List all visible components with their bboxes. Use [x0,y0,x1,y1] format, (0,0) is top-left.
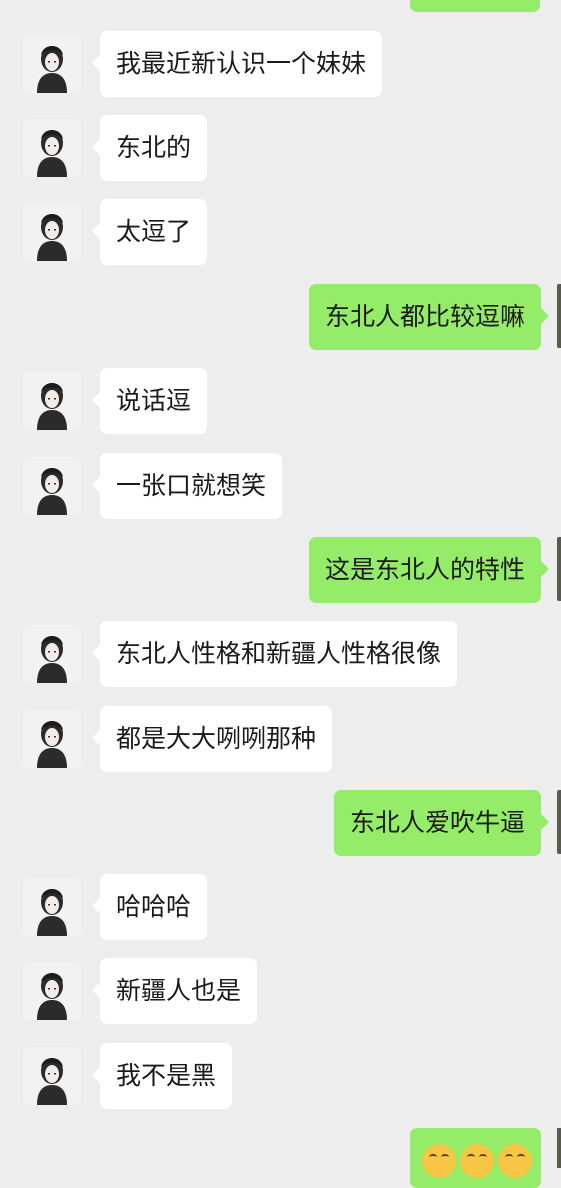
incoming-message: 一张口就想笑 [0,453,561,523]
incoming-message: 太逗了 [0,199,561,269]
self-avatar[interactable] [557,537,561,601]
message-bubble[interactable]: 东北人都比较逗嘛 [308,284,550,350]
outgoing-message: 东北人都比较逗嘛 [0,284,561,354]
avatar-figure-icon [23,457,81,515]
laughing-emoji-icon [422,1144,456,1178]
previous-message-bubble[interactable] [410,0,540,12]
avatar-figure-icon [23,119,81,177]
incoming-message: 说话逗 [0,368,561,438]
self-avatar[interactable] [557,790,561,854]
avatar-figure-icon [23,625,81,683]
avatar-figure-icon [23,962,81,1020]
contact-avatar[interactable] [23,372,81,430]
message-bubble[interactable]: 说话逗 [91,368,208,434]
contact-avatar[interactable] [23,625,81,683]
message-bubble[interactable]: 我最近新认识一个妹妹 [91,31,383,97]
outgoing-message: 这是东北人的特性 [0,537,561,607]
contact-avatar[interactable] [23,203,81,261]
incoming-message: 我不是黑 [0,1043,561,1113]
contact-avatar[interactable] [23,119,81,177]
outgoing-message: 东北人爱吹牛逼 [0,790,561,860]
message-bubble[interactable]: 太逗了 [91,199,208,265]
incoming-message: 东北的 [0,115,561,185]
message-bubble[interactable]: 东北人爱吹牛逼 [333,790,550,856]
emoji-message-bubble[interactable] [410,1128,541,1188]
message-bubble[interactable]: 哈哈哈 [91,874,208,940]
message-bubble[interactable]: 都是大大咧咧那种 [91,706,333,772]
self-avatar[interactable] [557,284,561,348]
incoming-message: 哈哈哈 [0,874,561,944]
contact-avatar[interactable] [23,878,81,936]
message-bubble[interactable]: 我不是黑 [91,1043,233,1109]
avatar-figure-icon [23,35,81,93]
incoming-message: 都是大大咧咧那种 [0,706,561,776]
incoming-message: 我最近新认识一个妹妹 [0,31,561,101]
message-bubble[interactable]: 东北的 [91,115,208,181]
contact-avatar[interactable] [23,962,81,1020]
contact-avatar[interactable] [23,35,81,93]
message-bubble[interactable]: 东北人性格和新疆人性格很像 [91,621,458,687]
avatar-figure-icon [23,1047,81,1105]
incoming-message: 东北人性格和新疆人性格很像 [0,621,561,691]
avatar-figure-icon [23,878,81,936]
laughing-emoji-icon [498,1144,532,1178]
contact-avatar[interactable] [23,710,81,768]
avatar-figure-icon [23,372,81,430]
avatar-figure-icon [23,710,81,768]
incoming-message: 新疆人也是 [0,958,561,1028]
message-bubble[interactable]: 一张口就想笑 [91,453,283,519]
contact-avatar[interactable] [23,457,81,515]
avatar-figure-icon [23,203,81,261]
self-avatar[interactable] [557,1128,561,1168]
message-bubble[interactable]: 新疆人也是 [91,958,258,1024]
laughing-emoji-icon [460,1144,494,1178]
contact-avatar[interactable] [23,1047,81,1105]
message-bubble[interactable]: 这是东北人的特性 [308,537,550,603]
